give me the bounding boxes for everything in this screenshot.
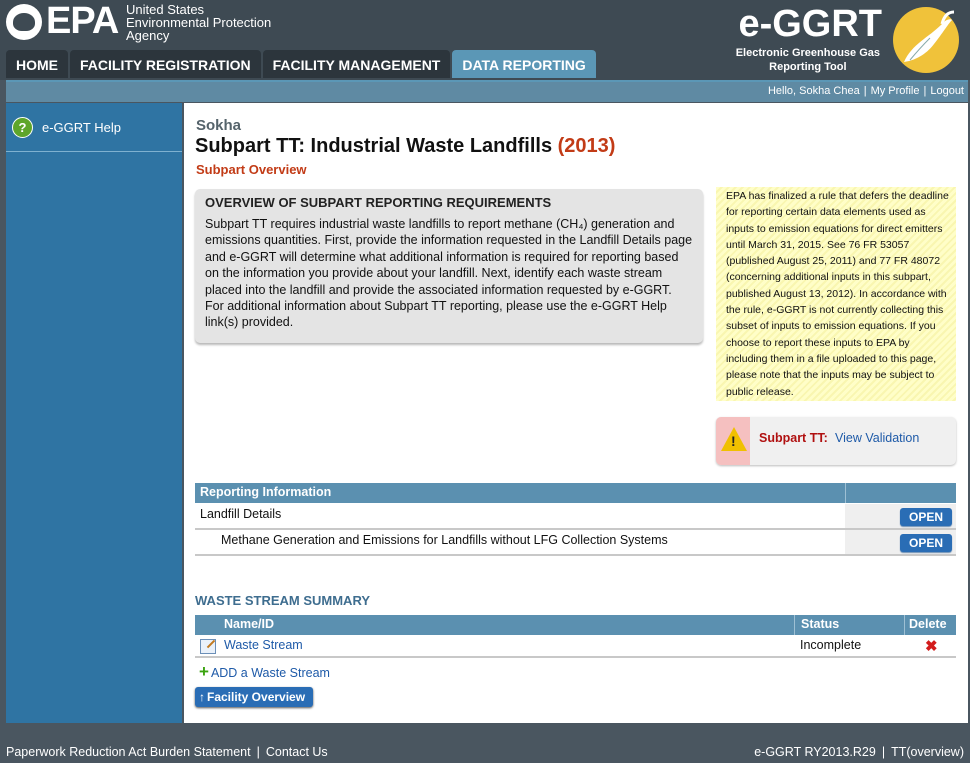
sidebar-item-help[interactable]: ? e-GGRT Help [6,103,182,152]
open-methane-generation-button[interactable]: OPEN [900,534,952,552]
view-validation-link[interactable]: View Validation [835,431,919,445]
app-title: e-GGRT [738,3,882,45]
paperwork-link[interactable]: Paperwork Reduction Act Burden Statement [6,745,251,759]
plus-icon: + [199,662,209,681]
warning-strip: ! [716,417,750,465]
delete-icon[interactable]: ✖ [925,637,938,655]
epa-seal-icon [6,4,42,40]
deferral-notice: EPA has finalized a rule that defers the… [716,187,956,401]
divider: | [256,745,260,759]
edit-document-icon[interactable] [200,639,216,654]
action-cell: OPEN [845,530,956,554]
logout-link[interactable]: Logout [930,85,964,97]
footer-version: e-GGRT RY2013.R29 | TT(overview) [754,745,964,759]
page-title: Subpart TT: Industrial Waste Landfills (… [195,135,615,158]
row-label: Methane Generation and Emissions for Lan… [221,533,668,547]
waste-stream-link[interactable]: Waste Stream [224,638,303,652]
nav-tab-facility-registration[interactable]: FACILITY REGISTRATION [70,50,261,78]
status-text: Incomplete [800,638,862,652]
column-divider [845,483,846,503]
overview-heading: OVERVIEW OF SUBPART REPORTING REQUIREMEN… [205,195,552,210]
my-profile-link[interactable]: My Profile [871,85,920,97]
version-text: e-GGRT RY2013.R29 [754,745,876,759]
epa-wordmark: EPA [46,0,119,42]
overview-panel: OVERVIEW OF SUBPART REPORTING REQUIREMEN… [195,189,703,343]
reporting-year: (2013) [557,135,616,157]
sidebar-item-label: e-GGRT Help [42,119,121,135]
arrow-up-icon: ↑ [199,690,205,704]
row-label: Landfill Details [200,507,282,521]
page-code: TT(overview) [891,745,964,759]
waste-stream-heading: WASTE STREAM SUMMARY [195,593,371,608]
agency-name: United States Environmental Protection A… [126,2,272,43]
epa-logo[interactable]: EPA United States Environmental Protecti… [6,0,286,43]
nav-tab-facility-management[interactable]: FACILITY MANAGEMENT [262,50,451,78]
add-waste-stream-link[interactable]: + ADD a Waste Stream [199,662,330,682]
column-header-delete: Delete [909,617,947,631]
facility-name: Sokha [196,117,242,134]
footer: Paperwork Reduction Act Burden Statement… [0,742,970,763]
table-row: Methane Generation and Emissions for Lan… [195,530,956,556]
warning-mark: ! [731,433,736,449]
reporting-table-header: Reporting Information [195,483,956,503]
site-header: EPA United States Environmental Protecti… [0,0,970,80]
reporting-table-title: Reporting Information [200,485,332,499]
help-icon: ? [12,116,33,138]
main-content: Sokha Subpart TT: Industrial Waste Landf… [184,103,968,723]
user-bar: Hello, Sokha Chea | My Profile | Logout [6,80,968,102]
footer-links: Paperwork Reduction Act Burden Statement… [6,745,328,759]
waste-stream-table-header: Name/ID Status Delete [195,615,956,635]
table-row: Waste Stream Incomplete ✖ [195,636,956,658]
app-subtitle: Electronic Greenhouse Gas Reporting Tool [735,47,880,73]
eggrt-brand: e-GGRT Electronic Greenhouse Gas Reporti… [722,2,962,78]
sidebar: ? e-GGRT Help [6,103,182,723]
facility-overview-button[interactable]: ↑ Facility Overview [195,687,313,707]
nav-tab-home[interactable]: HOME [6,50,68,78]
column-header-name: Name/ID [224,617,275,631]
column-header-status: Status [801,617,840,631]
user-greeting: Hello, Sokha Chea [767,85,860,97]
column-divider [904,615,905,635]
egret-logo-icon [893,7,959,73]
contact-us-link[interactable]: Contact Us [266,745,328,759]
page-subtitle: Subpart Overview [196,162,307,177]
column-divider [794,615,795,635]
overview-text: Subpart TT requires industrial waste lan… [205,217,693,330]
page-title-text: Subpart TT: Industrial Waste Landfills [195,135,553,157]
main-nav: HOME FACILITY REGISTRATION FACILITY MANA… [6,50,596,78]
open-landfill-details-button[interactable]: OPEN [900,508,952,526]
add-waste-stream-label[interactable]: ADD a Waste Stream [211,666,330,680]
validation-panel: ! Subpart TT: View Validation [716,417,956,465]
facility-overview-label: Facility Overview [207,690,306,704]
nav-tab-data-reporting[interactable]: DATA REPORTING [452,50,596,78]
divider: | [881,745,886,759]
table-row: Landfill Details OPEN [195,504,956,530]
validation-label: Subpart TT: [759,431,828,445]
action-cell: OPEN [845,504,956,528]
